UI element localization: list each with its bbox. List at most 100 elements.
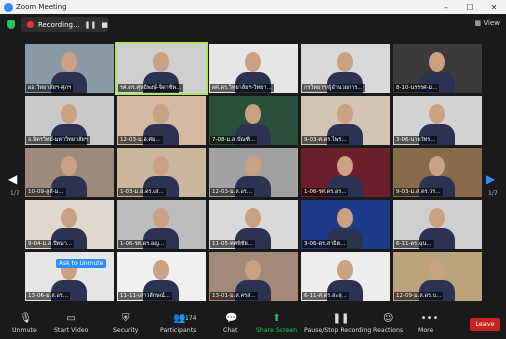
security-button[interactable]: ⛨ Security	[113, 313, 139, 335]
participant-name: 1-03-ม.ส.ดร.เส...	[118, 188, 166, 196]
participant-name: 10-09-ลูลั-ม...	[26, 188, 66, 196]
participant-head	[429, 104, 445, 124]
share-screen-button[interactable]: ⬆ Share Screen	[256, 314, 298, 335]
participant-tile[interactable]: 12-03-ม.ฮ.ศม...	[117, 96, 206, 145]
chat-button[interactable]: 💬 Chat	[223, 314, 238, 335]
video-off-icon: ▭	[66, 313, 76, 324]
more-icon: •••	[420, 313, 439, 324]
participant-head	[337, 156, 353, 176]
participants-count: 174	[185, 315, 197, 322]
participant-tile[interactable]: 9-03-ศ.ดร.ไพร...	[301, 96, 390, 145]
participant-head	[153, 156, 169, 176]
participant-tile[interactable]: 1-06-รศ.ดร.อร...	[301, 148, 390, 197]
reactions-icon: ☺	[383, 313, 394, 324]
participant-head	[61, 208, 77, 228]
window-title: Zoom Meeting	[16, 3, 67, 11]
participant-name: รศ.ดร.ศุทธิพงษ์-จิดาชิพ...	[118, 84, 184, 92]
participant-name: 9-04-ม.ส.ปัทมา...	[26, 240, 75, 248]
participant-tile[interactable]: 3-06-ดร.สาธิต...	[301, 200, 390, 249]
participant-name: 12-03-ม.ฮ.ศม...	[118, 136, 163, 144]
unmute-button[interactable]: 🎙 Unmute	[12, 313, 37, 335]
participant-tile[interactable]: 11-11-เสาวลักษณ์...	[117, 252, 206, 301]
recording-dot-icon	[27, 21, 34, 28]
reactions-button[interactable]: ☺ Reactions	[373, 313, 404, 335]
page-indicator-right: 1/7	[488, 190, 498, 197]
muted-mic-icon: 🎙	[19, 313, 33, 324]
participant-tile[interactable]: 1-03-ม.ส.ดร.เส...	[117, 148, 206, 197]
pause-stop-recording-button[interactable]: ❚❚ Pause/Stop Recording	[304, 313, 372, 335]
participants-label: Participants	[160, 327, 197, 334]
meeting-toolbar: 🎙 Unmute ▭ Start Video ⛨ Security 👥 Particip…	[0, 312, 506, 339]
participant-tile[interactable]: 6-11-ดร.ฉุน...	[393, 200, 482, 249]
participant-tile[interactable]: 8-10-นรรรศ-ม...	[393, 44, 482, 93]
participant-tile[interactable]: อ.จิตรวิทย์-มหาวิทยาลัยฯ	[25, 96, 114, 145]
chat-label: Chat	[223, 327, 238, 334]
video-grid: ผอ.วิทยาลัยฯ-ศุภฯ รศ.ดร.ศุทธิพงษ์-จิดาชิพ…	[25, 42, 482, 308]
participant-head	[429, 156, 445, 176]
participant-name: 12-09-ม.ส.ดร.บ...	[394, 292, 444, 300]
maximize-button[interactable]: ☐	[458, 0, 482, 14]
previous-page-button[interactable]: ◀	[8, 172, 17, 186]
start-video-button[interactable]: ▭ Start Video	[54, 313, 89, 335]
participant-tile[interactable]: 6-11-ศ.ดร.สะลุ...	[301, 252, 390, 301]
participant-head	[337, 52, 353, 72]
participant-head	[245, 104, 261, 124]
participant-name: 11-11-เสาวลักษณ์...	[118, 292, 173, 300]
more-button[interactable]: ••• More	[418, 313, 439, 335]
next-page-button[interactable]: ▶	[486, 172, 495, 186]
participant-name: 3-06-ดร.สาธิต...	[302, 240, 348, 248]
participant-head	[337, 104, 353, 124]
participant-tile[interactable]: 13-01-ม.ส.ครส...	[209, 252, 298, 301]
pause-recording-button[interactable]: ❚❚	[85, 21, 97, 29]
pause-stop-icon: ❚❚	[332, 313, 350, 324]
participant-tile[interactable]: กรวิทยาฯ/ผู้อำนวยการ...	[301, 44, 390, 93]
participant-tile[interactable]: 9-04-ม.ส.ปัทมา...	[25, 200, 114, 249]
participant-head	[61, 52, 77, 72]
reactions-label: Reactions	[373, 327, 404, 334]
participant-tile[interactable]: 1-06-รศ.ดร.อญ...	[117, 200, 206, 249]
participant-name: 8-10-นรรรศ-ม...	[394, 84, 440, 92]
security-shield-icon[interactable]	[7, 20, 15, 29]
ask-to-unmute-button[interactable]: Ask to Unmute	[56, 259, 107, 268]
participant-tile[interactable]: 11-05-ทศพิชัย...	[209, 200, 298, 249]
participant-tile[interactable]: 12-09-ม.ส.ดร.บ...	[393, 252, 482, 301]
participant-head	[245, 156, 261, 176]
title-bar: Zoom Meeting – ☐ ✕	[0, 0, 506, 14]
participant-name: 6-11-ศ.ดร.สะลุ...	[302, 292, 349, 300]
share-screen-label: Share Screen	[256, 327, 298, 334]
participant-tile[interactable]: 12-03-ม.ส.อร...	[209, 148, 298, 197]
pause-stop-recording-label: Pause/Stop Recording	[304, 327, 372, 334]
participant-name: กรวิทยาฯ/ผู้อำนวยการ...	[302, 84, 365, 92]
close-button[interactable]: ✕	[482, 0, 506, 14]
participant-name: 7-08-ม.ส.บัณฑิ...	[210, 136, 258, 144]
minimize-button[interactable]: –	[434, 0, 458, 14]
security-label: Security	[113, 327, 139, 334]
stop-recording-button[interactable]: ■	[101, 21, 108, 29]
participant-head	[61, 104, 77, 124]
recording-indicator: Recording... ❚❚ ■	[21, 17, 108, 32]
zoom-logo-icon	[4, 2, 13, 12]
participant-head	[245, 208, 261, 228]
meeting-topbar: Recording... ❚❚ ■ ▦ View	[0, 14, 506, 36]
participant-name: ผอ.วิทยาลัยฯ-ศุภฯ	[26, 84, 74, 92]
participant-tile[interactable]: 9-03-ม.ส.ดร.วร...	[393, 148, 482, 197]
participant-tile[interactable]: 3-06-นายวัทร...	[393, 96, 482, 145]
view-button[interactable]: ▦ View	[475, 19, 500, 27]
shield-icon: ⛨	[121, 313, 130, 324]
participant-tile[interactable]: ผอ.วิทยาลัยฯ-ศุภฯ	[25, 44, 114, 93]
participant-head	[153, 260, 169, 280]
participant-tile[interactable]: 10-09-ลูลั-ม...	[25, 148, 114, 197]
leave-button[interactable]: Leave	[470, 318, 500, 331]
participant-name: 11-05-ทศพิชัย...	[210, 240, 255, 248]
start-video-label: Start Video	[54, 327, 89, 334]
participant-tile[interactable]: 7-08-ม.ส.บัณฑิ...	[209, 96, 298, 145]
participant-head	[61, 156, 77, 176]
participant-head	[153, 208, 169, 228]
participant-tile[interactable]: ผศ.ดร.วิทยาลัยฯ-วิทยา...	[209, 44, 298, 93]
participant-tile[interactable]: รศ.ดร.ศุทธิพงษ์-จิดาชิพ...	[115, 42, 208, 95]
participant-head	[337, 208, 353, 228]
participants-icon: 👥	[173, 313, 186, 324]
participant-name: 9-03-ม.ส.ดร.วร...	[394, 188, 443, 196]
participant-name: 12-03-ม.ส.อร...	[210, 188, 254, 196]
participant-name: 3-06-นายวัทร...	[394, 136, 438, 144]
